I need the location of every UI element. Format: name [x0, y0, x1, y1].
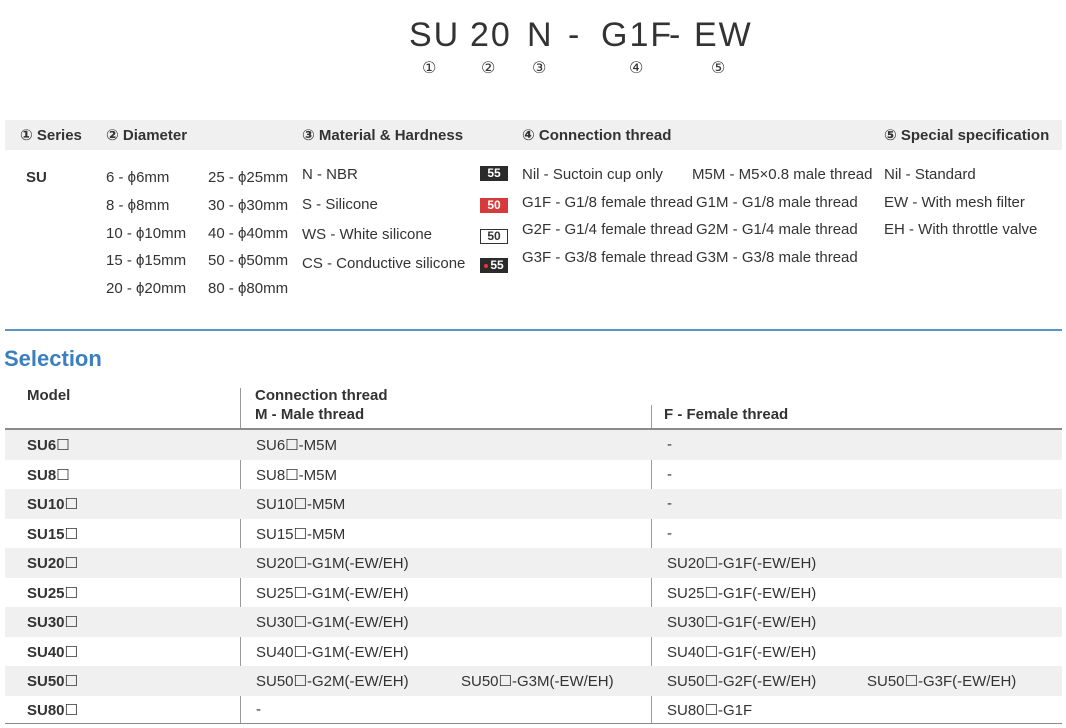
hardness-badge: 55 — [480, 166, 508, 181]
male-cell: SU6☐-M5M — [256, 437, 337, 454]
model-cell: SU6☐ — [27, 437, 70, 454]
diameter-item: 80 - ϕ80mm — [208, 280, 289, 297]
marker-5: ⑤ — [711, 60, 726, 77]
table-row: SU30☐ SU30☐-G1M(-EW/EH) SU30☐-G1F(-EW/EH… — [5, 607, 1062, 637]
special-item: Nil - Standard — [884, 166, 976, 183]
header-special: ⑤ Special specification — [884, 127, 1050, 144]
connection-male-item: G1M - G1/8 male thread — [696, 194, 858, 211]
table-row: SU10☐ SU10☐-M5M - — [5, 489, 1062, 519]
connection-male-item: G2M - G1/4 male thread — [696, 221, 858, 238]
marker-3: ③ — [532, 60, 547, 77]
male-cell: SU20☐-G1M(-EW/EH) — [256, 555, 409, 572]
marker-2: ② — [481, 60, 496, 77]
model-cell: SU20☐ — [27, 555, 78, 572]
hardness-badge-value: 55 — [490, 258, 504, 272]
model-cell: SU10☐ — [27, 496, 78, 513]
col-model-header: Model — [27, 387, 71, 404]
special-item: EH - With throttle valve — [884, 221, 1038, 238]
hardness-badge-conductive: 55 — [480, 258, 508, 273]
connection-female-item: Nil - Suctoin cup only — [522, 166, 663, 183]
table-bottom-rule — [5, 723, 1062, 724]
model-cell: SU8☐ — [27, 467, 70, 484]
female-cell: - — [667, 466, 672, 483]
code-series: SU — [409, 16, 461, 54]
female-cell: - — [667, 525, 672, 542]
model-cell: SU15☐ — [27, 526, 78, 543]
connection-female-item: G3F - G3/8 female thread — [522, 249, 693, 266]
table-row: SU80☐ - SU80☐-G1F — [5, 695, 1062, 725]
female-cell: SU30☐-G1F(-EW/EH) — [667, 614, 817, 631]
header-diameter: ② Diameter — [106, 127, 188, 144]
female-cell: SU80☐-G1F — [667, 702, 753, 719]
table-row: SU50☐ SU50☐-G2M(-EW/EH) SU50☐-G3M(-EW/EH… — [5, 666, 1062, 696]
male-cell: SU40☐-G1M(-EW/EH) — [256, 644, 409, 661]
material-item: CS - Conductive silicone — [302, 255, 466, 272]
male-cell: SU25☐-G1M(-EW/EH) — [256, 585, 409, 602]
male-cell-alt: SU50☐-G3M(-EW/EH) — [461, 673, 614, 690]
code-special: EW — [694, 16, 753, 54]
code-connection: G1F — [601, 16, 674, 54]
male-cell: - — [256, 701, 261, 718]
marker-1: ① — [422, 60, 437, 77]
table-row: SU8☐ SU8☐-M5M - — [5, 460, 1062, 490]
male-cell: SU10☐-M5M — [256, 496, 346, 513]
female-cell: SU20☐-G1F(-EW/EH) — [667, 555, 817, 572]
female-cell: SU50☐-G2F(-EW/EH) — [667, 673, 817, 690]
model-cell: SU80☐ — [27, 702, 78, 719]
connection-male-item: M5M - M5×0.8 male thread — [692, 166, 873, 183]
female-cell: - — [667, 436, 672, 453]
hardness-badge: 50 — [480, 198, 508, 213]
model-cell: SU30☐ — [27, 614, 78, 631]
marker-4: ④ — [629, 60, 644, 77]
table-row: SU6☐ SU6☐-M5M - — [5, 430, 1062, 460]
diameter-item: 15 - ϕ15mm — [106, 252, 187, 269]
series-value: SU — [26, 169, 47, 186]
material-item: S - Silicone — [302, 196, 378, 213]
diameter-item: 6 - ϕ6mm — [106, 169, 170, 186]
hardness-badge: 50 — [480, 229, 508, 244]
col-female-header: F - Female thread — [664, 406, 789, 423]
header-series: ① Series — [20, 127, 82, 144]
col-connection-header: Connection thread — [255, 387, 388, 404]
male-cell: SU30☐-G1M(-EW/EH) — [256, 614, 409, 631]
diameter-item: 40 - ϕ40mm — [208, 225, 289, 242]
code-diameter: 20 — [470, 16, 512, 54]
code-material: N — [527, 16, 554, 54]
table-row: SU15☐ SU15☐-M5M - — [5, 519, 1062, 549]
female-cell-alt: SU50☐-G3F(-EW/EH) — [867, 673, 1017, 690]
table-row: SU40☐ SU40☐-G1M(-EW/EH) SU40☐-G1F(-EW/EH… — [5, 637, 1062, 667]
male-cell: SU8☐-M5M — [256, 467, 337, 484]
model-cell: SU50☐ — [27, 673, 78, 690]
header-material: ③ Material & Hardness — [302, 127, 464, 144]
diameter-item: 8 - ϕ8mm — [106, 197, 170, 214]
col-male-header: M - Male thread — [255, 406, 365, 423]
model-cell: SU40☐ — [27, 644, 78, 661]
diameter-item: 25 - ϕ25mm — [208, 169, 289, 186]
model-cell: SU25☐ — [27, 585, 78, 602]
connection-female-item: G1F - G1/8 female thread — [522, 194, 693, 211]
code-dash-1: - — [568, 16, 582, 54]
table-row: SU25☐ SU25☐-G1M(-EW/EH) SU25☐-G1F(-EW/EH… — [5, 578, 1062, 608]
female-cell: - — [667, 495, 672, 512]
diameter-item: 20 - ϕ20mm — [106, 280, 187, 297]
section-divider — [5, 329, 1062, 331]
male-cell: SU50☐-G2M(-EW/EH) — [256, 673, 409, 690]
connection-male-item: G3M - G3/8 male thread — [696, 249, 858, 266]
selection-title: Selection — [4, 346, 102, 371]
code-dash-2: - — [669, 16, 683, 54]
material-item: WS - White silicone — [302, 226, 433, 243]
conductive-dot-icon — [484, 263, 489, 268]
header-connection: ④ Connection thread — [522, 127, 672, 144]
female-cell: SU25☐-G1F(-EW/EH) — [667, 585, 817, 602]
diameter-item: 10 - ϕ10mm — [106, 225, 187, 242]
female-cell: SU40☐-G1F(-EW/EH) — [667, 644, 817, 661]
connection-female-item: G2F - G1/4 female thread — [522, 221, 693, 238]
special-item: EW - With mesh filter — [884, 194, 1025, 211]
material-item: N - NBR — [302, 166, 358, 183]
diameter-item: 50 - ϕ50mm — [208, 252, 289, 269]
table-row: SU20☐ SU20☐-G1M(-EW/EH) SU20☐-G1F(-EW/EH… — [5, 548, 1062, 578]
male-cell: SU15☐-M5M — [256, 526, 346, 543]
diameter-item: 30 - ϕ30mm — [208, 197, 289, 214]
